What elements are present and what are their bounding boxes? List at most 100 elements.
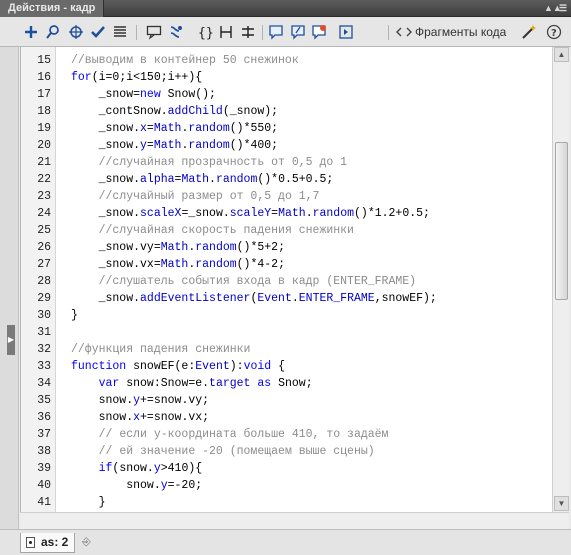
code-line[interactable]: 15 //выводим в контейнер 50 снежинок <box>21 52 552 69</box>
pin-icon[interactable]: ⎆ <box>82 537 94 548</box>
show-hide-toolbox-icon[interactable] <box>338 24 354 40</box>
line-number: 40 <box>37 479 51 492</box>
code-line[interactable]: 23 //случайный размер от 0,5 до 1,7 <box>21 188 552 205</box>
script-tab-label: as: 2 <box>41 535 69 549</box>
code-text: snow.x+=snow.vx; <box>71 411 210 424</box>
code-snippets-label: Фрагменты кода <box>415 25 507 39</box>
script-tab[interactable]: as: 2 <box>20 533 76 553</box>
remove-comment-icon[interactable] <box>311 24 327 40</box>
code-line[interactable]: 37 // если y-координата больше 410, то з… <box>21 426 552 443</box>
code-text: function snowEF(e:Event):void { <box>71 360 285 373</box>
script-editor[interactable]: 15 //выводим в контейнер 50 снежинок 16 for… <box>20 47 552 512</box>
wand-icon[interactable] <box>521 24 537 40</box>
code-text: _snow.alpha=Math.random()*0.5+0.5; <box>71 173 334 186</box>
code-line[interactable]: 24 _snow.scaleX=_snow.scaleY=Math.random… <box>21 205 552 222</box>
code-text: _snow.x=Math.random()*550; <box>71 122 279 135</box>
line-number: 19 <box>37 122 51 135</box>
auto-format-icon[interactable] <box>112 24 128 40</box>
line-number: 21 <box>37 156 51 169</box>
collapse-braces-icon[interactable]: {} <box>197 24 213 40</box>
code-line[interactable]: 32 //функция падения снежинки <box>21 341 552 358</box>
code-line[interactable]: 27 _snow.vx=Math.random()*4-2; <box>21 256 552 273</box>
code-line[interactable]: 16 for(i=0;i<150;i++){ <box>21 69 552 86</box>
document-icon <box>26 537 35 548</box>
panel-title: Действия - кадр <box>8 2 96 14</box>
target-path-icon[interactable] <box>68 24 84 40</box>
line-number: 41 <box>37 496 51 509</box>
code-text: _snow.vx=Math.random()*4-2; <box>71 258 285 271</box>
code-line[interactable]: 26 _snow.vy=Math.random()*5+2; <box>21 239 552 256</box>
code-text: //выводим в контейнер 50 снежинок <box>71 54 299 67</box>
code-line[interactable]: 20 _snow.y=Math.random()*400; <box>21 137 552 154</box>
help-icon[interactable]: ? <box>546 24 562 40</box>
code-line[interactable]: 22 _snow.alpha=Math.random()*0.5+0.5; <box>21 171 552 188</box>
code-line[interactable]: 19 _snow.x=Math.random()*550; <box>21 120 552 137</box>
code-line[interactable]: 17 _snow=new Snow(); <box>21 86 552 103</box>
line-number: 33 <box>37 360 51 373</box>
code-line[interactable]: 41 } <box>21 494 552 511</box>
code-text: _snow=new Snow(); <box>71 88 216 101</box>
toolbox-collapsed-strip: ▶ <box>0 47 19 530</box>
scroll-up-arrow-icon[interactable]: ▲ <box>554 47 569 62</box>
panel-menu-icon[interactable]: ☰ <box>558 3 568 13</box>
code-line[interactable]: 34 var snow:Snow=e.target as Snow; <box>21 375 552 392</box>
code-hint-icon[interactable] <box>146 24 162 40</box>
code-text: _contSnow.addChild(_snow); <box>71 105 279 118</box>
vertical-scrollbar[interactable]: ▲ ▼ <box>552 47 569 512</box>
svg-text:?: ? <box>551 28 557 39</box>
code-snippets-button[interactable]: Фрагменты кода <box>415 25 506 40</box>
code-line[interactable]: 18 _contSnow.addChild(_snow); <box>21 103 552 120</box>
code-text: // если y-координата больше 410, то зада… <box>98 428 389 441</box>
line-number: 39 <box>37 462 51 475</box>
line-number: 17 <box>37 88 51 101</box>
code-line[interactable]: 31 <box>21 324 552 341</box>
horizontal-scrollbar[interactable] <box>20 512 569 529</box>
code-line[interactable]: 35 snow.y+=snow.vy; <box>21 392 552 409</box>
expand-all-icon[interactable] <box>240 24 256 40</box>
code-line[interactable]: 33 function snowEF(e:Event):void { <box>21 358 552 375</box>
line-number: 38 <box>37 445 51 458</box>
code-text: //случайный размер от 0,5 до 1,7 <box>98 190 320 203</box>
toolbar-separator <box>136 25 137 40</box>
line-number: 24 <box>37 207 51 220</box>
code-line[interactable]: 21 //случайная прозрачность от 0,5 до 1 <box>21 154 552 171</box>
code-text: // ей значение -20 (помещаем выше сцены) <box>98 445 375 458</box>
line-number: 20 <box>37 139 51 152</box>
apply-line-comment-icon[interactable] <box>290 24 306 40</box>
actions-toolbar: {} Фрагменты кода ? <box>0 17 571 47</box>
line-number: 30 <box>37 309 51 322</box>
line-number: 36 <box>37 411 51 424</box>
code-line[interactable]: 36 snow.x+=snow.vx; <box>21 409 552 426</box>
panel-tab-actions[interactable]: Действия - кадр <box>0 0 105 17</box>
find-icon[interactable] <box>45 24 61 40</box>
code-text: if(snow.y>410){ <box>98 462 203 475</box>
collapse-panel-icon[interactable]: ▲▲ <box>544 3 562 13</box>
code-line[interactable]: 30} <box>21 307 552 324</box>
check-syntax-icon[interactable] <box>90 24 106 40</box>
vertical-scroll-thumb[interactable] <box>555 142 568 300</box>
expand-toolbox-handle[interactable]: ▶ <box>7 325 15 355</box>
add-action-icon[interactable] <box>23 24 39 40</box>
line-number: 32 <box>37 343 51 356</box>
apply-block-comment-icon[interactable] <box>268 24 284 40</box>
code-text: var snow:Snow=e.target as Snow; <box>98 377 313 390</box>
code-line[interactable]: 40 snow.y=-20; <box>21 477 552 494</box>
collapse-selection-icon[interactable] <box>218 24 234 40</box>
line-number: 29 <box>37 292 51 305</box>
code-line[interactable]: 29 _snow.addEventListener(Event.ENTER_FR… <box>21 290 552 307</box>
code-text: //слушатель события входа в кадр (ENTER_… <box>98 275 417 288</box>
code-line[interactable]: 38 // ей значение -20 (помещаем выше сце… <box>21 443 552 460</box>
code-text: } <box>71 496 106 509</box>
code-line[interactable]: 28 //слушатель события входа в кадр (ENT… <box>21 273 552 290</box>
line-number: 35 <box>37 394 51 407</box>
line-number: 27 <box>37 258 51 271</box>
code-line[interactable]: 39 if(snow.y>410){ <box>21 460 552 477</box>
line-number: 34 <box>37 377 51 390</box>
script-navigator-bar: as: 2 ⎆ <box>0 529 571 555</box>
scroll-down-arrow-icon[interactable]: ▼ <box>554 496 569 511</box>
code-line[interactable]: 25 //случайная скорость падения снежинки <box>21 222 552 239</box>
code-text: //функция падения снежинки <box>71 343 251 356</box>
debug-options-icon[interactable] <box>168 24 184 40</box>
code-text: snow.y=-20; <box>71 479 203 492</box>
line-number: 26 <box>37 241 51 254</box>
